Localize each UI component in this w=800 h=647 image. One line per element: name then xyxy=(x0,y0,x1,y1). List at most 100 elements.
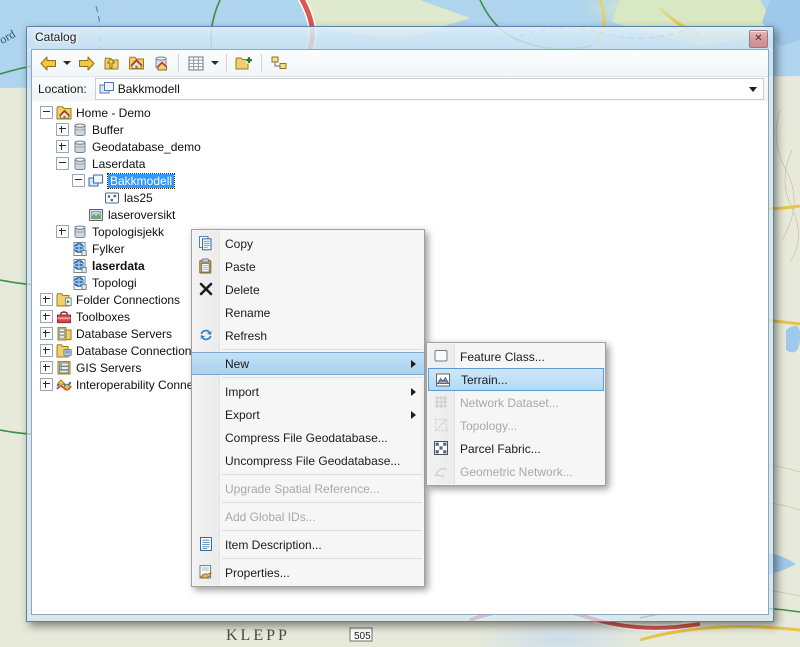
expand-plus-icon[interactable] xyxy=(40,344,53,357)
menu-item-compress-file-geodatabase[interactable]: Compress File Geodatabase... xyxy=(192,426,424,449)
tree-item-laseroversikt[interactable]: laseroversikt xyxy=(32,206,768,223)
menu-item-export[interactable]: Export xyxy=(192,403,424,426)
menu-item-label: New xyxy=(225,356,250,371)
map-route-number: 505 xyxy=(354,631,371,642)
menu-item-label: Copy xyxy=(225,236,254,251)
tree-item-las25[interactable]: las25 xyxy=(32,189,768,206)
tree-item-label: Database Servers xyxy=(76,326,173,341)
location-dropdown-button[interactable] xyxy=(745,79,761,99)
folder-connections-icon xyxy=(56,292,72,308)
menu-item-item-description[interactable]: Item Description... xyxy=(192,533,424,556)
geodatabase-icon xyxy=(72,224,88,240)
tree-expander-placeholder xyxy=(72,208,85,221)
feature-dataset-icon xyxy=(88,173,104,189)
menu-item-delete[interactable]: Delete xyxy=(192,278,424,301)
feature-dataset-icon xyxy=(99,82,114,94)
expand-plus-icon[interactable] xyxy=(40,361,53,374)
toolbar-separator-2 xyxy=(226,54,227,72)
raster-icon xyxy=(88,207,104,223)
menu-item-add-global-ids: Add Global IDs... xyxy=(192,505,424,528)
new-submenu[interactable]: Feature Class... Terrain... Network Datase… xyxy=(426,342,606,486)
forward-button[interactable] xyxy=(74,51,98,75)
delete-x-icon xyxy=(198,281,214,297)
expand-plus-icon[interactable] xyxy=(40,293,53,306)
close-button[interactable]: ✕ xyxy=(749,30,768,48)
database-connections-icon xyxy=(56,343,72,359)
map-label-fjord: ord xyxy=(0,27,18,47)
connect-folder-icon xyxy=(235,56,253,69)
up-one-level-button[interactable] xyxy=(99,51,123,75)
default-geodatabase-button[interactable] xyxy=(149,51,173,75)
tree-item-home-demo[interactable]: Home - Demo xyxy=(32,104,768,121)
tree-item-laserdata[interactable]: Laserdata xyxy=(32,155,768,172)
menu-item-rename[interactable]: Rename xyxy=(192,301,424,324)
collapse-minus-icon[interactable] xyxy=(56,157,69,170)
chevron-down-icon xyxy=(749,86,757,92)
location-combobox[interactable]: Bakkmodell xyxy=(94,78,764,100)
submenu-item-geometric-network: Geometric Network... xyxy=(427,460,605,483)
tree-item-bakkmodell[interactable]: Bakkmodell xyxy=(32,172,768,189)
menu-separator xyxy=(222,530,422,531)
expand-plus-icon[interactable] xyxy=(40,327,53,340)
collapse-minus-icon[interactable] xyxy=(72,174,85,187)
menu-item-copy[interactable]: Copy xyxy=(192,232,424,255)
item-description-icon xyxy=(198,536,214,552)
menu-item-import[interactable]: Import xyxy=(192,380,424,403)
close-icon: ✕ xyxy=(754,33,763,44)
database-servers-icon xyxy=(56,326,72,342)
paste-icon xyxy=(198,258,214,274)
view-button[interactable] xyxy=(184,51,208,75)
menu-separator xyxy=(222,349,422,350)
tree-item-label: Bakkmodell xyxy=(106,172,176,189)
back-button[interactable] xyxy=(36,51,60,75)
gis-servers-icon xyxy=(56,360,72,376)
submenu-item-label: Network Dataset... xyxy=(460,395,559,410)
menu-item-paste[interactable]: Paste xyxy=(192,255,424,278)
menu-separator xyxy=(222,502,422,503)
tree-item-label: Fylker xyxy=(92,241,125,256)
expand-plus-icon[interactable] xyxy=(56,123,69,136)
location-label: Location: xyxy=(38,82,87,96)
geodatabase-icon xyxy=(72,156,88,172)
submenu-item-label: Feature Class... xyxy=(460,349,545,364)
expand-plus-icon[interactable] xyxy=(40,310,53,323)
submenu-item-parcel-fabric[interactable]: Parcel Fabric... xyxy=(427,437,605,460)
submenu-arrow-icon xyxy=(411,410,416,419)
catalog-toolbar xyxy=(32,50,768,77)
menu-item-properties[interactable]: Properties... xyxy=(192,561,424,584)
menu-item-new[interactable]: New xyxy=(192,352,424,375)
submenu-item-label: Geometric Network... xyxy=(460,464,573,479)
tree-item-label: Buffer xyxy=(92,122,124,137)
arrow-up-folder-icon xyxy=(104,57,118,70)
menu-item-label: Add Global IDs... xyxy=(225,509,316,524)
layer-file-icon xyxy=(72,275,88,291)
home-button[interactable] xyxy=(124,51,148,75)
view-dropdown[interactable] xyxy=(209,52,221,74)
menu-item-label: Item Description... xyxy=(225,537,322,552)
menu-item-label: Delete xyxy=(225,282,260,297)
parcel-fabric-icon xyxy=(433,440,449,456)
context-menu[interactable]: Copy Paste Delete Rename Refresh New Import Exp… xyxy=(191,229,425,587)
connect-folder-button[interactable] xyxy=(232,51,256,75)
expand-plus-icon[interactable] xyxy=(56,140,69,153)
toolboxes-icon xyxy=(56,309,72,325)
menu-item-refresh[interactable]: Refresh xyxy=(192,324,424,347)
toggle-contents-panel-button[interactable] xyxy=(267,51,291,75)
submenu-item-terrain[interactable]: Terrain... xyxy=(428,368,604,391)
catalog-client-area: Location: Bakkmodell Home - Demo Buffer Ge… xyxy=(31,49,769,615)
geometric-network-icon xyxy=(433,463,449,479)
submenu-item-topology: Topology... xyxy=(427,414,605,437)
expand-plus-icon[interactable] xyxy=(56,225,69,238)
menu-item-label: Uncompress File Geodatabase... xyxy=(225,453,401,468)
menu-item-uncompress-file-geodatabase[interactable]: Uncompress File Geodatabase... xyxy=(192,449,424,472)
tree-item-buffer[interactable]: Buffer xyxy=(32,121,768,138)
window-title: Catalog xyxy=(35,30,77,44)
back-dropdown[interactable] xyxy=(61,52,73,74)
submenu-item-feature-class[interactable]: Feature Class... xyxy=(427,345,605,368)
window-titlebar[interactable]: Catalog ✕ xyxy=(27,27,773,50)
menu-item-label: Compress File Geodatabase... xyxy=(225,430,388,445)
tree-item-geodatabase-demo[interactable]: Geodatabase_demo xyxy=(32,138,768,155)
expand-plus-icon[interactable] xyxy=(40,378,53,391)
toolbar-separator-1 xyxy=(178,54,179,72)
collapse-minus-icon[interactable] xyxy=(40,106,53,119)
